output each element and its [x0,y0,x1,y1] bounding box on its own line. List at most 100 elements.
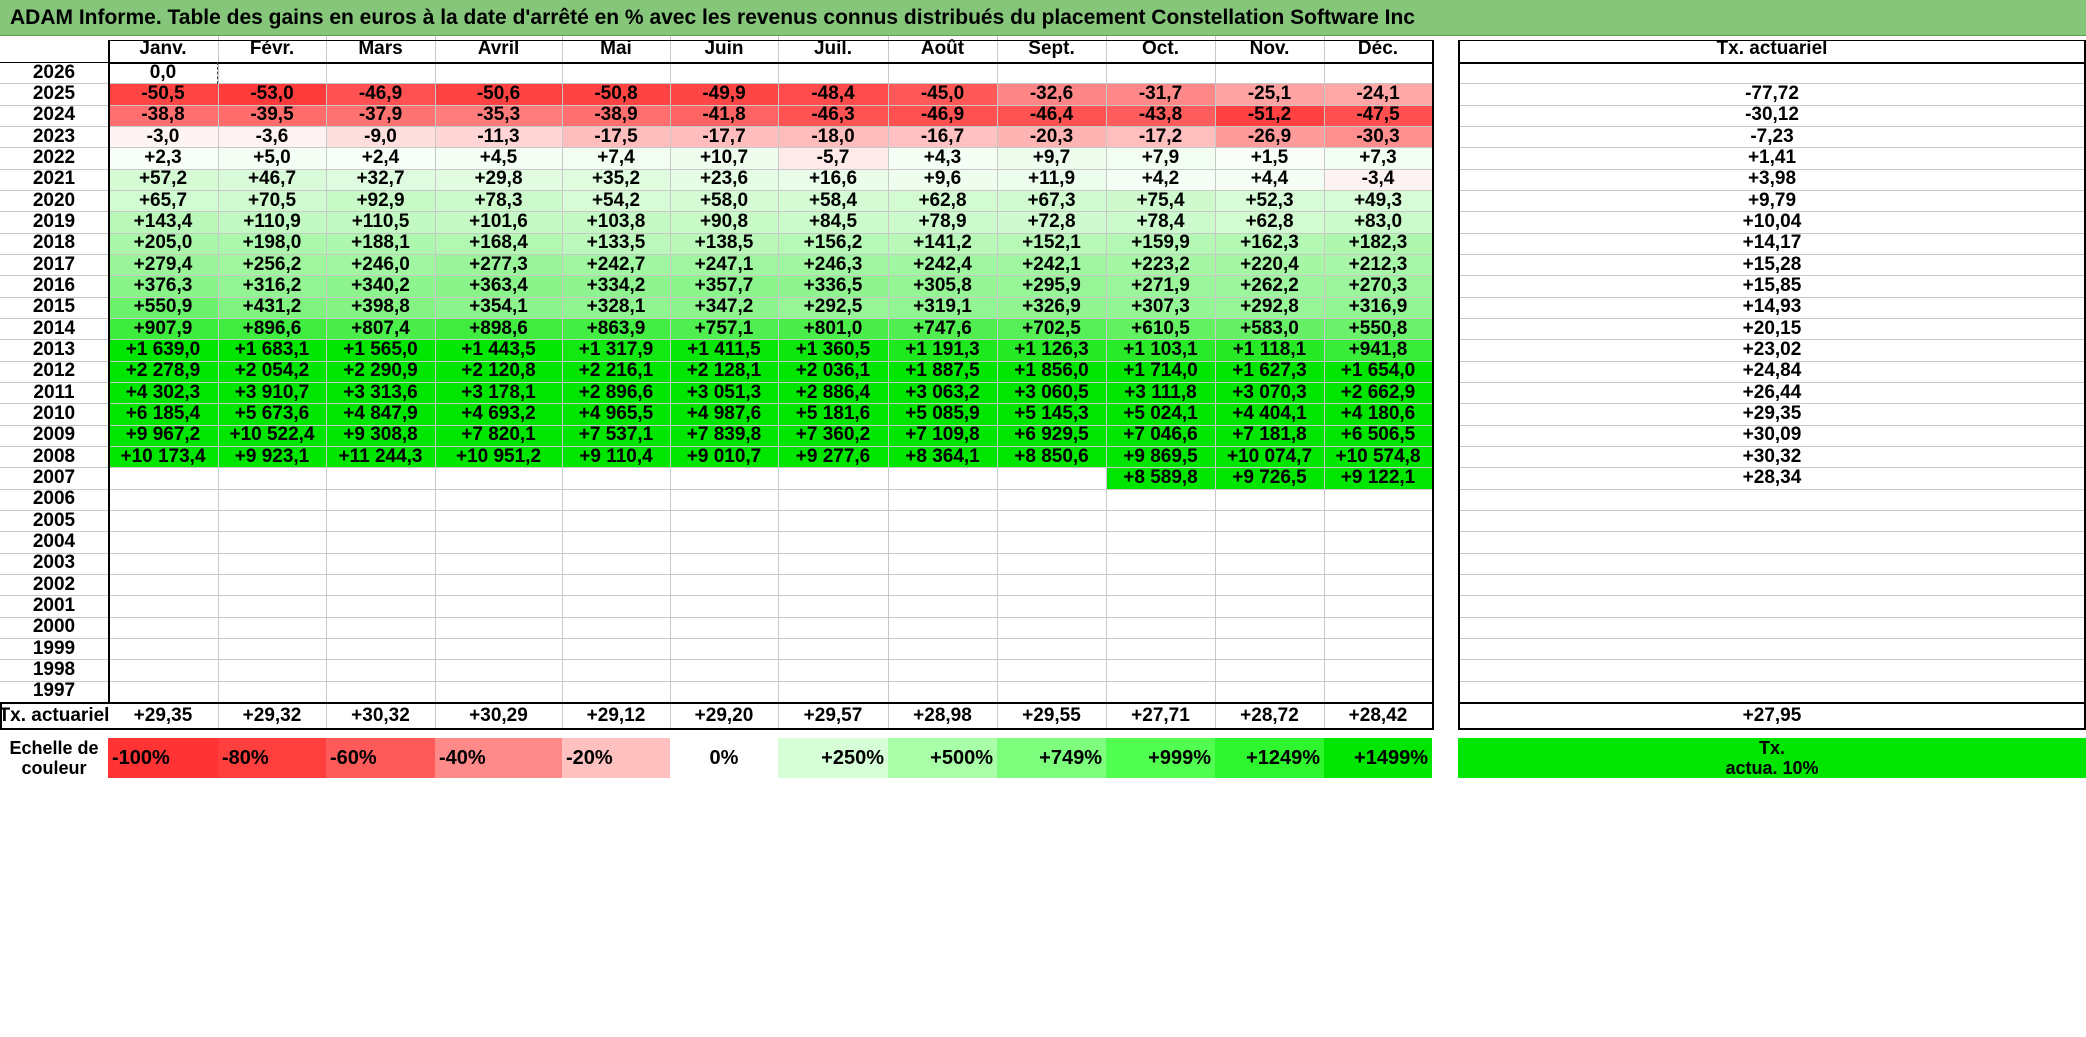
gain-cell: +101,6 [435,211,562,233]
gain-cell [670,637,778,660]
grid-line [0,62,108,63]
grid-line [1458,126,2086,127]
legend-rate-line1: Tx. [1758,738,1785,758]
gain-cell [1324,595,1432,617]
gain-cell: +3 063,2 [888,382,997,404]
gain-cell [218,467,326,489]
gain-cell [326,637,435,660]
gain-cell [888,680,997,702]
year-label: 2007 [32,466,76,488]
gain-cell [218,573,326,596]
gain-cell: -50,8 [562,83,670,105]
year-label: 2010 [32,402,76,424]
grid-line [0,702,2,730]
gain-cell: +10,7 [670,147,778,169]
gain-cell [326,552,435,574]
gain-cell [108,573,218,596]
year-label: 2024 [32,104,76,126]
legend-swatch: +1249% [1215,738,1324,778]
gain-cell: +4,5 [435,147,562,169]
gain-cell: +3 910,7 [218,382,326,404]
grid-line [0,489,108,490]
grid-line [108,254,1432,255]
report-title: ADAM Informe. Table des gains en euros à… [10,6,1415,29]
footer-month-rate: +27,71 [1131,705,1190,726]
gain-cell: +3 060,5 [997,382,1106,404]
grid-line [326,704,327,728]
legend-swatch: -40% [435,738,562,778]
grid-line [108,617,1432,618]
gain-cell: +7 537,1 [562,424,670,446]
gain-cell: +5 673,6 [218,403,326,425]
grid-line [108,403,1432,404]
gain-cell [326,488,435,510]
grid-line [108,531,1432,532]
gain-cell: +1 714,0 [1106,360,1215,382]
gain-cell: +35,2 [562,168,670,190]
year-rate-cell: +28,34 [1742,466,1802,488]
grid-line [0,105,108,106]
gain-cell: +58,0 [670,190,778,212]
legend-swatch: +500% [888,738,997,778]
grid-line [1458,297,2086,298]
grid-line [1324,704,1325,728]
gain-cell: +896,6 [218,318,326,340]
gain-cell: +328,1 [562,296,670,318]
year-label: 2017 [32,253,76,275]
gain-cell: +84,5 [778,211,888,233]
footer-month-rate: +29,35 [133,705,193,726]
grid-line [778,704,779,728]
gain-cell: +1 887,5 [888,360,997,382]
gain-cell: +1 411,5 [670,339,778,361]
footer-label: Tx. actuariel [0,705,110,726]
gain-cell: +247,1 [670,254,778,276]
grid-line [0,531,108,532]
gain-cell [1106,659,1215,681]
year-rate-cell [1458,659,2086,680]
grid-line [108,595,1432,596]
gain-cell: -46,4 [997,104,1106,126]
grid-line [1458,318,2086,319]
gain-cell [1324,531,1432,553]
gain-cell [218,62,326,84]
gain-cell: -24,1 [1324,83,1432,105]
grid-line [1432,40,1434,702]
gain-cell [1215,616,1324,638]
gain-cell: +4 965,5 [562,403,670,425]
gain-cell: +11 244,3 [326,446,435,468]
gain-cell [326,616,435,638]
gain-cell [1106,616,1215,638]
grid-line [562,704,563,728]
year-label: 1999 [32,637,76,659]
gain-cell: +431,2 [218,296,326,318]
gain-cell: +46,7 [218,168,326,190]
gain-cell: +1 654,0 [1324,360,1432,382]
gain-cell: +9 726,5 [1215,467,1324,489]
gain-cell [778,616,888,638]
gain-cell: +23,6 [670,168,778,190]
year-rate-cell: +30,32 [1742,445,1802,467]
grid-line [0,467,108,468]
gain-cell: -47,5 [1324,104,1432,126]
gain-cell: +49,3 [1324,190,1432,212]
grid-line [1458,728,2086,730]
gain-cell [435,488,562,510]
grid-line [0,339,108,340]
legend-swatch: +250% [778,738,888,778]
gain-cell [778,531,888,553]
year-label: 2013 [32,338,76,360]
gain-cell: -50,5 [108,83,218,105]
gain-cell [435,62,562,84]
year-rate-cell: +10,04 [1742,210,1802,232]
footer-month-rate: +29,12 [586,705,646,726]
year-rate-cell [1458,638,2086,659]
grid-line [1458,40,2086,41]
grid-line [108,446,1432,447]
year-rate-cell [1458,681,2086,702]
grid-line [1458,489,2086,490]
grid-line [108,318,1432,319]
gain-cell [670,488,778,510]
grid-line [108,574,1432,575]
gain-cell [108,616,218,638]
legend-swatch: -20% [562,738,670,778]
